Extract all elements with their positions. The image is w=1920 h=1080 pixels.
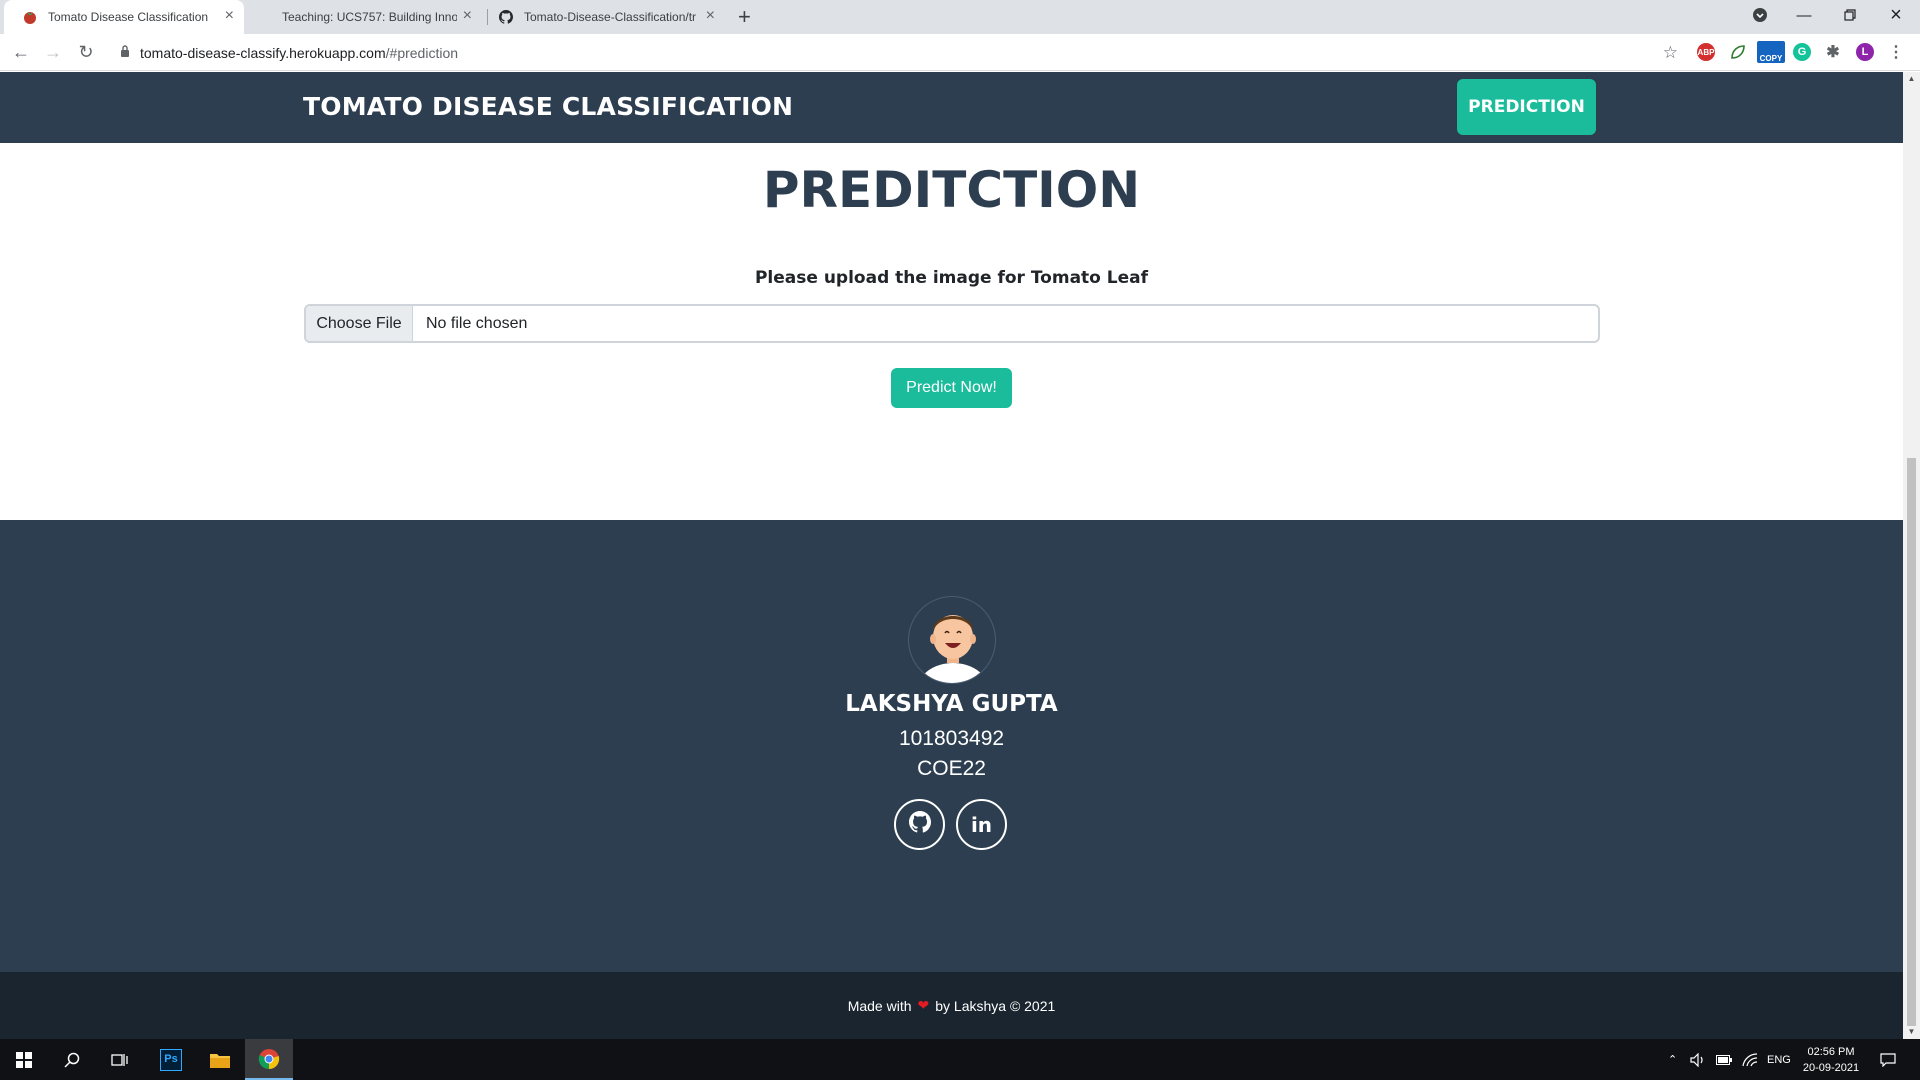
address-bar[interactable]: tomato-disease-classify.herokuapp.com/#p… bbox=[108, 38, 1688, 67]
scroll-up-icon[interactable]: ▲ bbox=[1907, 74, 1916, 83]
close-tab-icon[interactable]: × bbox=[706, 8, 715, 24]
heart-icon: ❤ bbox=[917, 997, 930, 1013]
predict-now-button[interactable]: Predict Now! bbox=[891, 368, 1012, 408]
new-tab-button[interactable]: + bbox=[738, 4, 751, 30]
page-title: PREDITCTION bbox=[762, 161, 1141, 219]
author-name: LAKSHYA GUPTA bbox=[845, 691, 1058, 717]
github-favicon-icon bbox=[498, 9, 514, 25]
page-viewport: TOMATO DISEASE CLASSIFICATION PREDICTION… bbox=[0, 72, 1903, 1039]
linkedin-link[interactable]: in bbox=[956, 799, 1007, 850]
browser-toolbar: ← → ↻ tomato-disease-classify.herokuapp.… bbox=[0, 34, 1920, 71]
tab-search-icon[interactable] bbox=[1737, 0, 1783, 30]
url-text: tomato-disease-classify.herokuapp.com/#p… bbox=[140, 44, 459, 61]
site-navbar: TOMATO DISEASE CLASSIFICATION PREDICTION bbox=[0, 72, 1903, 143]
tomato-favicon-icon bbox=[22, 9, 38, 25]
made-with-text: Made with bbox=[847, 997, 912, 1014]
github-link[interactable] bbox=[894, 799, 945, 850]
close-tab-icon[interactable]: × bbox=[463, 8, 472, 24]
lock-icon bbox=[120, 45, 130, 60]
nav-prediction-link[interactable]: PREDICTION bbox=[1457, 79, 1596, 135]
upload-label: Please upload the image for Tomato Leaf bbox=[754, 268, 1149, 288]
file-explorer-icon[interactable] bbox=[196, 1039, 244, 1080]
wifi-icon[interactable] bbox=[1742, 1039, 1758, 1080]
tab-title: Tomato-Disease-Classification/tr bbox=[524, 10, 697, 24]
volume-icon[interactable] bbox=[1690, 1039, 1706, 1080]
close-window-icon[interactable]: × bbox=[1873, 0, 1919, 30]
close-tab-icon[interactable]: × bbox=[225, 8, 234, 24]
clock-time: 02:56 PM bbox=[1807, 1046, 1855, 1058]
choose-file-button[interactable]: Choose File bbox=[306, 306, 413, 341]
page-scrollbar[interactable]: ▲ ▼ bbox=[1903, 72, 1920, 1039]
reload-icon[interactable]: ↻ bbox=[74, 40, 98, 64]
avatar bbox=[908, 596, 996, 684]
copyright-text: by Lakshya © 2021 bbox=[935, 997, 1056, 1014]
photoshop-icon[interactable]: Ps bbox=[147, 1039, 195, 1080]
system-clock[interactable]: 02:56 PM 20-09-2021 bbox=[1796, 1044, 1866, 1076]
tab-github-repo[interactable]: Tomato-Disease-Classification/tr × bbox=[490, 0, 725, 34]
kebab-menu-icon[interactable]: ⋮ bbox=[1887, 43, 1905, 61]
profile-avatar[interactable]: L bbox=[1856, 43, 1874, 61]
author-roll-number: 101803492 bbox=[898, 727, 1005, 750]
file-status-text: No file chosen bbox=[426, 314, 528, 332]
restore-icon[interactable] bbox=[1827, 0, 1873, 30]
copy-ext-icon[interactable]: COPY bbox=[1757, 41, 1785, 63]
abp-icon[interactable]: ABP bbox=[1697, 43, 1715, 61]
battery-icon[interactable] bbox=[1716, 1039, 1732, 1080]
tab-tomato-disease[interactable]: Tomato Disease Classification × bbox=[4, 0, 244, 34]
site-footer: LAKSHYA GUPTA 101803492 COE22 in bbox=[0, 520, 1903, 972]
puzzle-icon[interactable]: ✱ bbox=[1824, 43, 1842, 61]
linkedin-icon: in bbox=[970, 812, 993, 837]
copyright-bar: Made with ❤ by Lakshya © 2021 bbox=[0, 972, 1903, 1039]
grammarly-icon[interactable]: G bbox=[1793, 43, 1811, 61]
windows-start-icon[interactable] bbox=[0, 1039, 48, 1080]
github-icon bbox=[908, 811, 931, 838]
tray-chevron-icon[interactable]: ⌃ bbox=[1668, 1039, 1677, 1080]
tab-title: Tomato Disease Classification bbox=[48, 10, 209, 24]
clock-date: 20-09-2021 bbox=[1802, 1062, 1860, 1074]
bookmark-star-icon[interactable]: ☆ bbox=[1663, 43, 1678, 63]
scrollbar-thumb[interactable] bbox=[1907, 458, 1916, 1026]
author-class: COE22 bbox=[917, 757, 986, 780]
tab-teaching[interactable]: Teaching: UCS757: Building Innov × bbox=[252, 0, 482, 34]
language-indicator[interactable]: ENG bbox=[1767, 1039, 1791, 1080]
tab-strip: Tomato Disease Classification × Teaching… bbox=[0, 0, 1920, 34]
tab-title: Teaching: UCS757: Building Innov bbox=[282, 10, 457, 24]
forward-icon[interactable]: → bbox=[41, 40, 65, 64]
leaf-ext-icon[interactable] bbox=[1729, 43, 1747, 61]
windows-taskbar: Ps ⌃ ENG 02:56 PM 20-09-2021 bbox=[0, 1039, 1920, 1080]
site-brand[interactable]: TOMATO DISEASE CLASSIFICATION bbox=[303, 92, 793, 121]
notification-icon[interactable] bbox=[1880, 1039, 1896, 1080]
search-icon[interactable] bbox=[48, 1039, 96, 1080]
minimize-icon[interactable]: — bbox=[1781, 0, 1827, 30]
tab-separator bbox=[487, 9, 488, 25]
task-view-icon[interactable] bbox=[96, 1039, 144, 1080]
chrome-taskbar-icon[interactable] bbox=[245, 1039, 293, 1080]
back-icon[interactable]: ← bbox=[9, 40, 33, 64]
scroll-down-icon[interactable]: ▼ bbox=[1907, 1027, 1916, 1036]
file-upload-input[interactable]: Choose File No file chosen bbox=[304, 304, 1600, 343]
